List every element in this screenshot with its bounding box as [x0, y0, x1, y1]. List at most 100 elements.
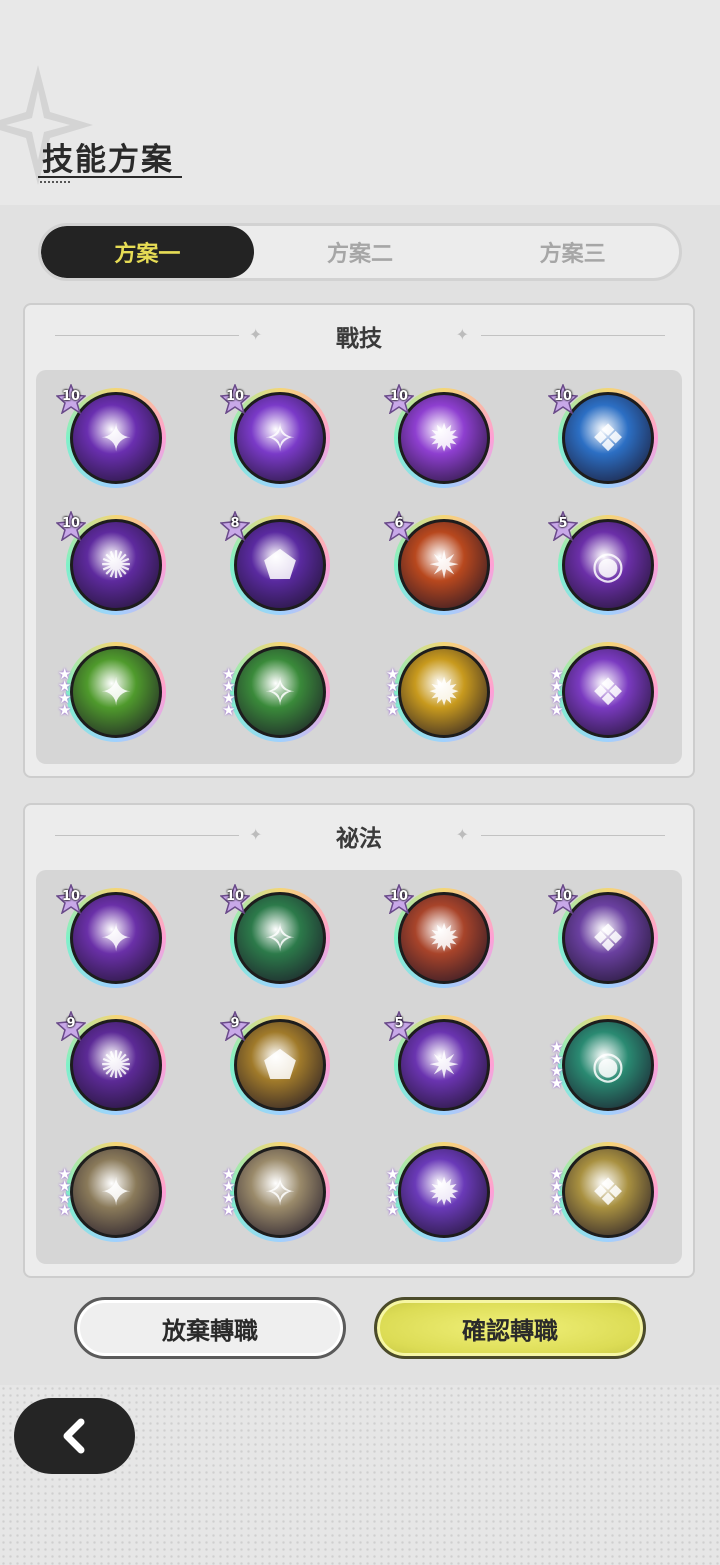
skill-glyph: ✦ [100, 670, 132, 714]
skill-button[interactable]: ❖ ★ ★ ★ ★ [550, 1142, 658, 1242]
combat-skills-panel: ✦ 戰技 ✦ ✦ 10 ✧ 10 ✹ 10 ❖ 10 ✺ 10 ⬟ 8 ✷ 6 ◉ 5 ✦ ★ ★ ★ ★ ✧ ★ ★ ★ ★ ✹ ★… [23, 303, 695, 778]
teal-meditate-figure-icon: ◉ [562, 1019, 654, 1111]
divider-line [55, 835, 239, 836]
skill-slot: ✺ 10 [55, 509, 230, 642]
skill-button[interactable]: ✷ 5 [383, 1009, 494, 1115]
skill-slot: ✧ ★ ★ ★ ★ [222, 1142, 394, 1269]
skill-ring: ◉ [558, 1015, 658, 1115]
skill-ring: ✹ [394, 642, 494, 742]
skill-button[interactable]: ◉ 5 [547, 509, 658, 615]
chevron-left-icon [63, 1418, 84, 1454]
star-icon: ★ [550, 1074, 564, 1092]
level-badge: 8 [219, 509, 251, 542]
level-value: 9 [66, 1016, 76, 1031]
skill-button[interactable]: ❖ ★ ★ ★ ★ [550, 642, 658, 742]
star-icon: ★ [550, 701, 564, 719]
level-value: 10 [61, 889, 81, 904]
skill-slot: ⬟ 8 [219, 509, 394, 642]
divider-line [481, 335, 665, 336]
skill-button[interactable]: ✧ ★ ★ ★ ★ [222, 1142, 330, 1242]
star-rating: ★ ★ ★ ★ [386, 1167, 404, 1219]
skill-ring: ✧ [230, 642, 330, 742]
skill-slot: ✦ 10 [55, 382, 230, 515]
skill-ring: ✦ [66, 1142, 166, 1242]
skill-slot: ✹ ★ ★ ★ ★ [386, 1142, 558, 1269]
abandon-job-change-button[interactable]: 放棄轉職 [74, 1297, 346, 1359]
skill-slot: ❖ 10 [547, 382, 720, 515]
confirm-job-change-button[interactable]: 確認轉職 [374, 1297, 646, 1359]
arcana-skills-panel: ✦ 祕法 ✦ ✦ 10 ✧ 10 ✹ 10 ❖ 10 ✺ 9 ⬟ 9 ✷ 5 ◉ ★ ★ ★ ★ ✦ ★ ★ ★ ★ ✧ ★ ★ ★ ★… [23, 803, 695, 1278]
skill-button[interactable]: ✹ 10 [383, 882, 494, 988]
skill-button[interactable]: ❖ 10 [547, 882, 658, 988]
skill-button[interactable]: ✦ 10 [55, 882, 166, 988]
skill-button[interactable]: ✹ ★ ★ ★ ★ [386, 642, 494, 742]
star-icon: ★ [222, 1201, 236, 1219]
sparkle-icon: ✦ [249, 325, 263, 344]
skill-button[interactable]: ✹ 10 [383, 382, 494, 488]
star-icon: ★ [550, 1201, 564, 1219]
skill-button[interactable]: ✹ ★ ★ ★ ★ [386, 1142, 494, 1242]
skill-glyph: ◉ [591, 1043, 625, 1087]
level-value: 8 [230, 516, 240, 531]
skill-glyph: ✧ [264, 1170, 296, 1214]
tab-plan-1[interactable]: 方案一 [41, 226, 254, 278]
arcana-panel-header: ✦ 祕法 ✦ [25, 805, 693, 867]
skill-button[interactable]: ◉ ★ ★ ★ ★ [550, 1015, 658, 1115]
level-badge: 10 [547, 382, 579, 415]
skill-glyph: ❖ [590, 670, 626, 714]
skill-slot: ✷ 5 [383, 1009, 558, 1142]
skill-glyph: ✧ [264, 670, 296, 714]
skill-glyph: ✹ [428, 670, 460, 714]
level-value: 10 [553, 889, 573, 904]
skill-button[interactable]: ⬟ 8 [219, 509, 330, 615]
star-icon: ★ [386, 701, 400, 719]
combat-panel-title: 戰技 [336, 326, 382, 352]
green-slash-icon: ✧ [234, 646, 326, 738]
tab-plan-3[interactable]: 方案三 [466, 226, 679, 278]
skill-slot: ✹ 10 [383, 882, 558, 1015]
skill-slot: ✧ 10 [219, 882, 394, 1015]
star-icon: ★ [386, 1201, 400, 1219]
skill-slot: ✷ 6 [383, 509, 558, 642]
level-badge: 6 [383, 509, 415, 542]
divider-line [55, 335, 239, 336]
level-value: 10 [553, 389, 573, 404]
skill-ring: ❖ [558, 1142, 658, 1242]
level-value: 10 [61, 516, 81, 531]
skill-slot: ❖ ★ ★ ★ ★ [550, 1142, 720, 1269]
skill-glyph: ✦ [100, 1170, 132, 1214]
star-rating: ★ ★ ★ ★ [58, 667, 76, 718]
back-button[interactable] [14, 1398, 135, 1474]
skill-button[interactable]: ✧ 10 [219, 882, 330, 988]
skill-button[interactable]: ✧ ★ ★ ★ ★ [222, 642, 330, 742]
green-tree-stump-icon: ✦ [70, 646, 162, 738]
star-rating: ★ ★ ★ ★ [550, 1040, 568, 1092]
sparkle-icon: ✦ [249, 825, 263, 844]
skill-button[interactable]: ✦ 10 [55, 382, 166, 488]
skill-button[interactable]: ⬟ 9 [219, 1009, 330, 1115]
skill-button[interactable]: ✧ 10 [219, 382, 330, 488]
skill-slot: ◉ ★ ★ ★ ★ [550, 1015, 720, 1142]
skill-ring: ❖ [558, 642, 658, 742]
level-value: 10 [225, 389, 245, 404]
level-badge: 10 [219, 882, 251, 915]
title-underline [38, 176, 182, 178]
star-rating: ★ ★ ★ ★ [386, 667, 404, 719]
skill-button[interactable]: ✦ ★ ★ ★ ★ [58, 642, 166, 742]
level-badge: 10 [547, 882, 579, 915]
skill-button[interactable]: ❖ 10 [547, 382, 658, 488]
skill-button[interactable]: ✺ 10 [55, 509, 166, 615]
level-badge: 10 [55, 882, 87, 915]
combat-panel-header: ✦ 戰技 ✦ [25, 305, 693, 367]
level-badge: 10 [383, 882, 415, 915]
page-title: 技能方案 [42, 142, 174, 178]
skill-slot: ❖ ★ ★ ★ ★ [550, 642, 720, 769]
skill-slot: ◉ 5 [547, 509, 720, 642]
skill-button[interactable]: ✷ 6 [383, 509, 494, 615]
skill-slot: ⬟ 9 [219, 1009, 394, 1142]
gold-sparkle-icon: ✹ [398, 646, 490, 738]
sparkle-icon: ✦ [455, 825, 469, 844]
skill-button[interactable]: ✦ ★ ★ ★ ★ [58, 1142, 166, 1242]
skill-button[interactable]: ✺ 9 [55, 1009, 166, 1115]
tab-plan-2[interactable]: 方案二 [254, 226, 467, 278]
